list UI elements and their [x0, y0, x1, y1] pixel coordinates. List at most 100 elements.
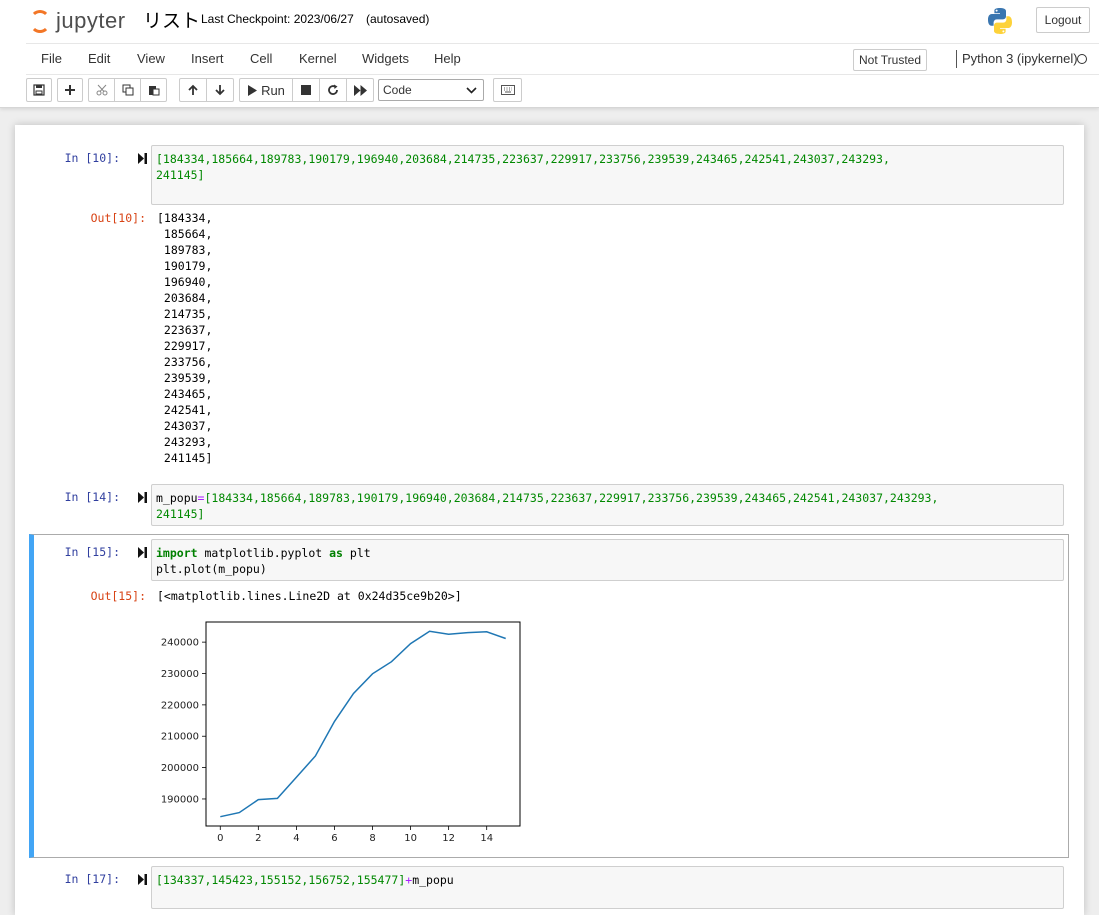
cell-input[interactable]: m_popu=[184334,185664,189783,190179,1969… — [151, 484, 1064, 526]
run-button[interactable]: Run — [239, 78, 293, 102]
menu-insert[interactable]: Insert — [191, 51, 224, 66]
y-tick-label: 220000 — [161, 700, 199, 711]
output-line: 242541, — [157, 403, 213, 417]
cut-button[interactable] — [88, 78, 115, 102]
paste-icon — [148, 86, 159, 96]
autosave-status: (autosaved) — [366, 12, 430, 26]
output-line: 190179, — [157, 259, 213, 273]
x-tick-label: 12 — [442, 833, 455, 844]
code-variable: m_popu — [156, 491, 198, 505]
x-tick-label: 4 — [293, 833, 299, 844]
cell-input[interactable]: import matplotlib.pyplot as plt plt.plot… — [151, 539, 1064, 581]
code-line: [184334,185664,189783,190179,196940,2036… — [156, 152, 890, 166]
code-variable: m_popu — [412, 873, 454, 887]
output-line: 243465, — [157, 387, 213, 401]
jupyter-logo[interactable]: jupyter — [30, 8, 126, 34]
plus-icon — [65, 85, 75, 95]
run-indicator-icon[interactable] — [138, 874, 147, 885]
run-indicator-icon[interactable] — [138, 547, 147, 558]
kernel-separator — [956, 50, 957, 68]
cell-input[interactable]: [134337,145423,155152,156752,155477]+m_p… — [151, 866, 1064, 909]
menu-widgets[interactable]: Widgets — [362, 51, 409, 66]
chevron-down-icon — [466, 87, 477, 94]
x-tick-label: 8 — [369, 833, 375, 844]
output-line: 239539, — [157, 371, 213, 385]
output-line: 185664, — [157, 227, 213, 241]
restart-icon — [328, 84, 338, 95]
copy-button[interactable] — [114, 78, 141, 102]
command-palette-button[interactable] — [493, 78, 522, 102]
output-line: 189783, — [157, 243, 213, 257]
code-module: matplotlib.pyplot — [197, 546, 330, 560]
input-prompt: In [15]: — [64, 545, 120, 559]
code-list: [134337,145423,155152,156752,155477] — [156, 873, 406, 887]
plot-frame — [205, 621, 521, 827]
stop-icon — [301, 85, 311, 95]
move-down-button[interactable] — [206, 78, 234, 102]
cell-output: [184334, 185664, 189783, 190179, 196940,… — [157, 210, 212, 466]
menu-help[interactable]: Help — [434, 51, 461, 66]
save-icon — [33, 84, 45, 96]
restart-run-all-button[interactable] — [346, 78, 374, 102]
menu-cell[interactable]: Cell — [250, 51, 272, 66]
arrow-up-icon — [188, 84, 198, 95]
trust-indicator[interactable]: Not Trusted — [853, 49, 928, 71]
run-indicator-icon[interactable] — [138, 492, 147, 503]
move-up-button[interactable] — [179, 78, 207, 102]
output-line: 229917, — [157, 339, 213, 353]
x-tick-label: 6 — [331, 833, 337, 844]
code-line: plt.plot(m_popu) — [156, 562, 267, 576]
run-indicator-icon[interactable] — [138, 153, 147, 164]
notebook-title[interactable]: リスト — [143, 6, 200, 33]
x-tick-label: 14 — [480, 833, 493, 844]
menu-kernel[interactable]: Kernel — [299, 51, 337, 66]
insert-cell-button[interactable] — [57, 78, 83, 102]
y-tick-label: 230000 — [161, 669, 199, 680]
python-logo-icon — [988, 8, 1012, 34]
output-prompt: Out[15]: — [90, 589, 146, 603]
restart-button[interactable] — [319, 78, 347, 102]
code-line: 241145] — [156, 168, 205, 182]
output-line: 196940, — [157, 275, 213, 289]
menu-bar: File Edit View Insert Cell Kernel Widget… — [26, 43, 1099, 75]
kernel-name[interactable]: Python 3 (ipykernel) — [962, 51, 1078, 66]
menu-edit[interactable]: Edit — [88, 51, 110, 66]
code-keyword: as — [329, 546, 343, 560]
y-tick-label: 200000 — [161, 763, 199, 774]
output-line: 223637, — [157, 323, 213, 337]
cell-type-select[interactable]: Code — [378, 79, 484, 101]
output-line: 241145] — [157, 451, 213, 465]
output-prompt: Out[10]: — [90, 211, 146, 225]
kernel-status-icon — [1077, 54, 1087, 64]
code-line: 241145] — [156, 507, 205, 521]
logout-button[interactable]: Logout — [1036, 7, 1090, 33]
menu-file[interactable]: File — [41, 51, 62, 66]
y-tick-label: 210000 — [161, 732, 199, 743]
code-keyword: import — [156, 546, 198, 560]
save-button[interactable] — [26, 78, 52, 102]
input-prompt: In [10]: — [64, 151, 120, 165]
arrow-down-icon — [215, 85, 225, 96]
interrupt-button[interactable] — [292, 78, 320, 102]
output-line: 203684, — [157, 291, 213, 305]
output-line: 214735, — [157, 307, 213, 321]
line-chart: 0 2 4 6 8 10 12 14 190000 200000 210000 220000 23000… — [161, 621, 521, 844]
play-icon — [248, 84, 258, 96]
cell-input[interactable]: [184334,185664,189783,190179,196940,2036… — [151, 145, 1064, 205]
checkpoint-status: Last Checkpoint: 2023/06/27 — [201, 12, 354, 26]
jupyter-logo-icon — [30, 10, 50, 33]
output-line: 233756, — [157, 355, 213, 369]
code-alias: plt — [342, 546, 371, 560]
fast-forward-icon — [353, 84, 367, 96]
input-prompt: In [14]: — [64, 490, 120, 504]
y-tick-label: 190000 — [161, 794, 199, 805]
paste-button[interactable] — [140, 78, 167, 102]
x-tick-label: 0 — [217, 833, 223, 844]
x-tick-label: 2 — [255, 833, 261, 844]
x-tick-label: 10 — [404, 833, 417, 844]
output-line: 243037, — [157, 419, 213, 433]
cut-icon — [96, 84, 107, 96]
output-line: 243293, — [157, 435, 213, 449]
menu-view[interactable]: View — [137, 51, 165, 66]
run-label: Run — [261, 82, 285, 98]
